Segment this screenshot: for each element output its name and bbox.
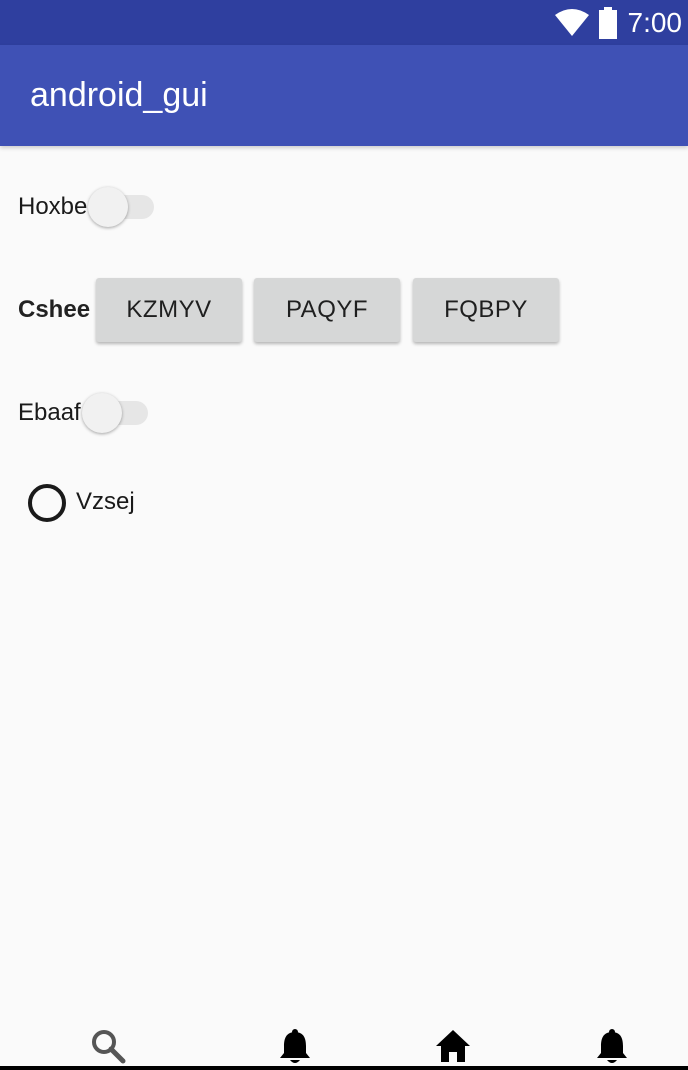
battery-icon: [598, 6, 618, 39]
wifi-icon: [554, 8, 590, 37]
radio-button-vzsej[interactable]: [28, 484, 66, 522]
kzmyv-button[interactable]: KZMYV: [96, 278, 242, 342]
switch-thumb: [82, 393, 122, 433]
app-title: android_gui: [30, 76, 208, 114]
button-row-label: Cshee: [18, 296, 91, 323]
home-icon[interactable]: [434, 1028, 472, 1069]
notification-bell-icon[interactable]: [594, 1028, 630, 1069]
search-icon[interactable]: [90, 1028, 126, 1069]
toggle-switch-ebaaf[interactable]: [82, 393, 152, 433]
app-bar: android_gui: [0, 45, 688, 146]
status-time: 7:00: [627, 6, 683, 38]
notification-bell-icon[interactable]: [277, 1028, 313, 1069]
screen-bottom-edge: [0, 1066, 688, 1070]
toggle-switch-hoxbe[interactable]: [88, 187, 158, 227]
status-bar: 7:00: [0, 0, 688, 45]
fqbpy-button[interactable]: FQBPY: [413, 278, 559, 342]
status-icons: 7:00: [554, 0, 683, 45]
paqyf-button[interactable]: PAQYF: [254, 278, 400, 342]
switch-label-ebaaf: Ebaaf: [18, 399, 81, 426]
screen: 7:00 android_gui Hoxbe Cshee KZMYV PAQYF…: [0, 0, 688, 1070]
switch-thumb: [88, 187, 128, 227]
switch-label-hoxbe: Hoxbe: [18, 193, 88, 220]
radio-label-vzsej: Vzsej: [76, 488, 135, 515]
bottom-navigation: [0, 1020, 688, 1070]
